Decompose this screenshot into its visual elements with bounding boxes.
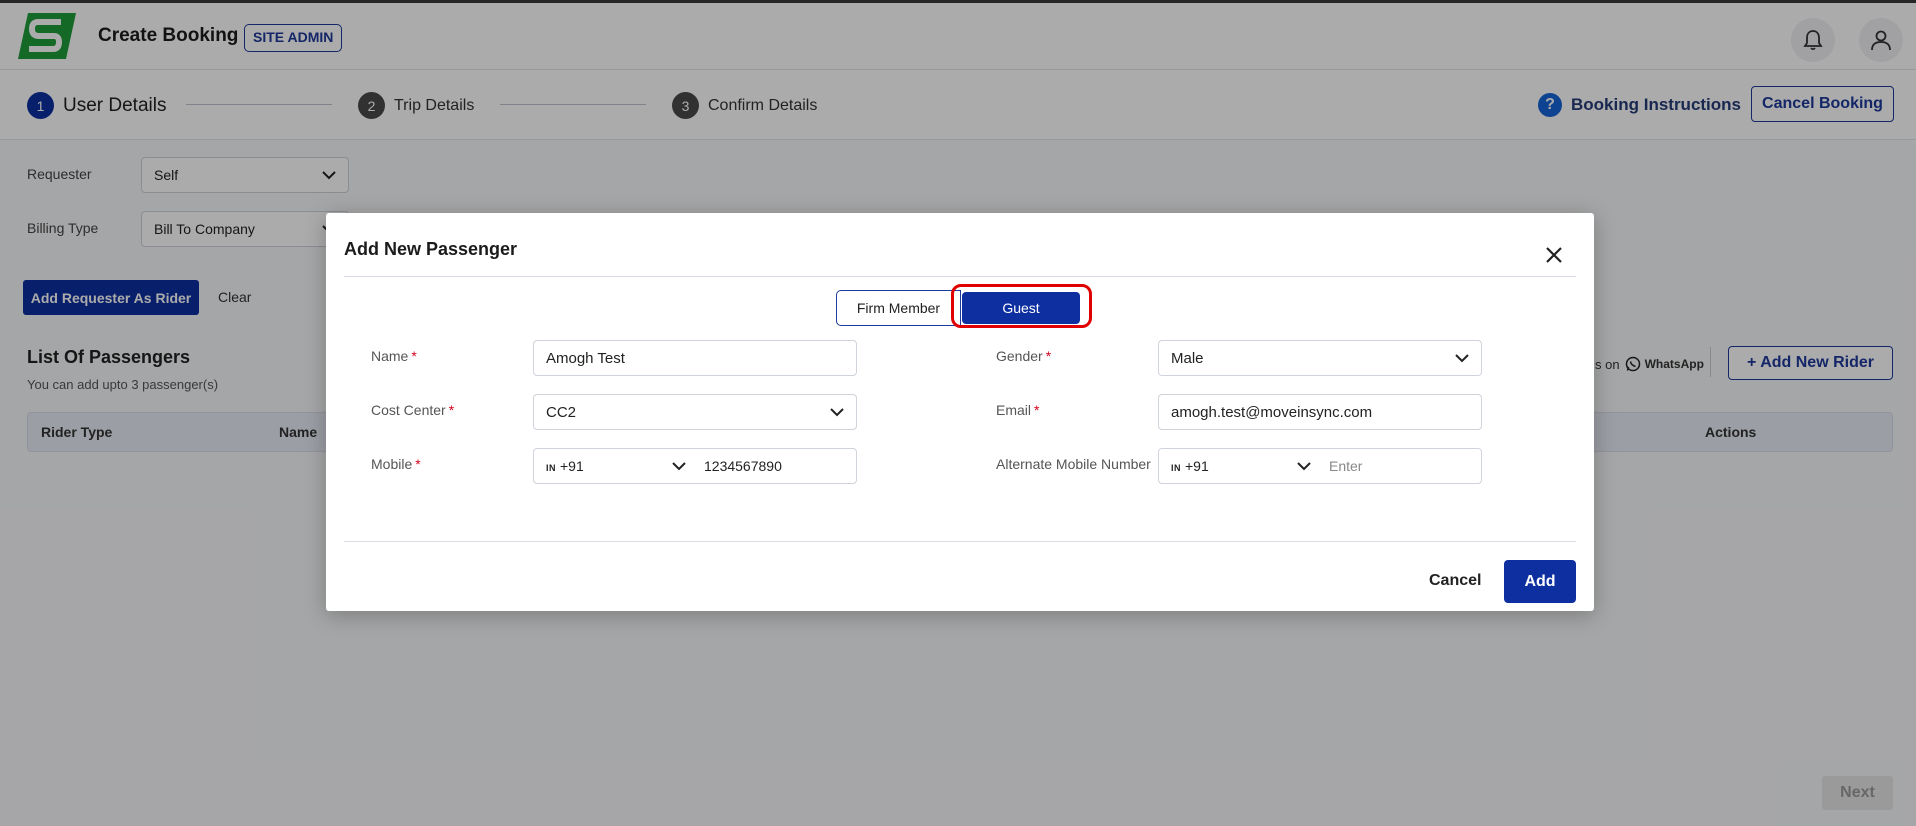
country-flag: IN [546, 463, 556, 473]
chevron-down-icon [672, 461, 686, 470]
alternate-mobile-placeholder: Enter [1329, 458, 1363, 474]
cost-center-value: CC2 [546, 403, 577, 421]
country-flag: IN [1171, 463, 1181, 473]
email-input[interactable]: amogh.test@moveinsync.com [1158, 394, 1482, 430]
alternate-mobile-input[interactable]: IN +91 Enter [1158, 448, 1482, 484]
name-input[interactable]: Amogh Test [533, 340, 857, 376]
mobile-input[interactable]: IN +91 1234567890 [533, 448, 857, 484]
email-value: amogh.test@moveinsync.com [1171, 403, 1373, 421]
modal-title: Add New Passenger [344, 239, 518, 259]
email-label: Email * [996, 402, 1040, 418]
modal-cancel-button[interactable]: Cancel [1429, 572, 1481, 590]
add-passenger-modal: Add New Passenger Firm Member Guest Name… [326, 213, 1594, 611]
mobile-value: 1234567890 [704, 458, 782, 474]
modal-header-divider [344, 276, 1576, 277]
modal-footer-divider [344, 541, 1576, 542]
gender-value: Male [1171, 349, 1204, 367]
toggle-guest[interactable]: Guest [962, 292, 1080, 324]
alternate-mobile-label: Alternate Mobile Number [996, 456, 1151, 472]
mobile-label: Mobile * [371, 456, 421, 472]
chevron-down-icon [1297, 461, 1311, 470]
cost-center-select[interactable]: CC2 [533, 394, 857, 430]
country-code: +91 [1185, 458, 1209, 474]
close-icon [1546, 247, 1562, 263]
gender-label: Gender * [996, 348, 1052, 364]
country-code: +91 [560, 458, 584, 474]
gender-select[interactable]: Male [1158, 340, 1482, 376]
modal-add-button[interactable]: Add [1504, 560, 1576, 603]
chevron-down-icon [1455, 353, 1469, 362]
chevron-down-icon [830, 407, 844, 416]
name-value: Amogh Test [546, 349, 625, 367]
toggle-firm-member[interactable]: Firm Member [836, 290, 961, 326]
name-label: Name * [371, 348, 417, 364]
close-button[interactable] [1542, 243, 1566, 267]
cost-center-label: Cost Center * [371, 402, 455, 418]
country-code-select[interactable]: IN +91 [546, 458, 686, 474]
country-code-select[interactable]: IN +91 [1171, 458, 1311, 474]
